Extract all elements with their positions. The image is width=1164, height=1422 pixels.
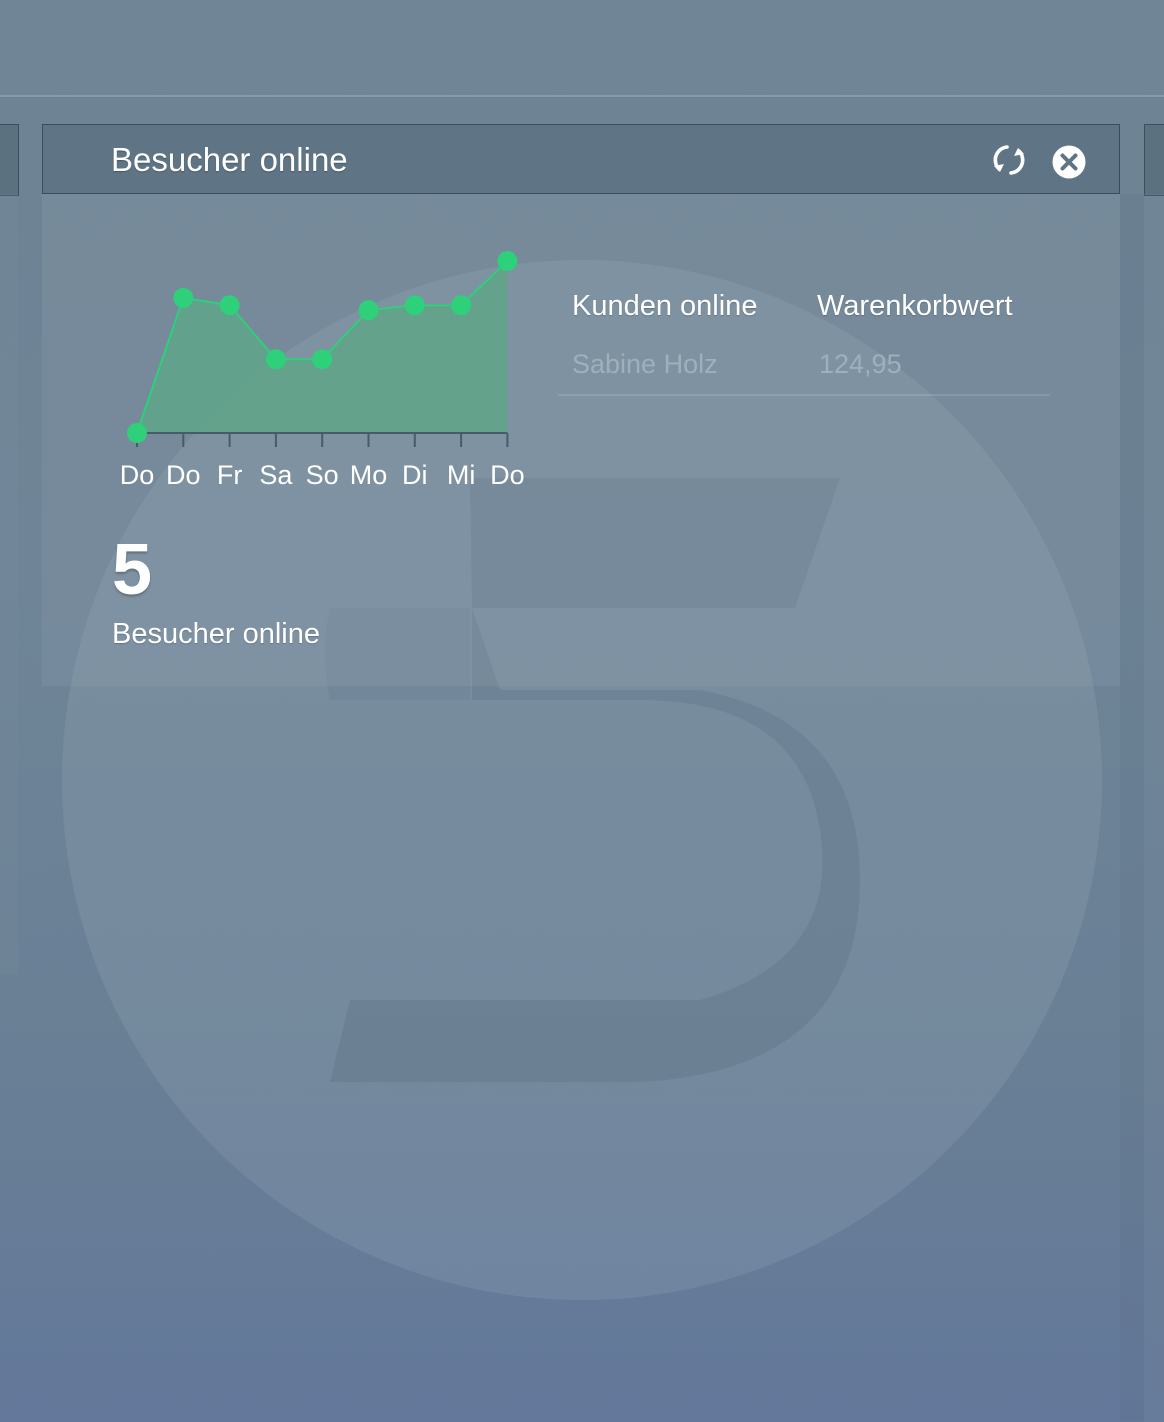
visitors-area-chart: Do Do Fr Sa So Mo Di Mi Do: [120, 251, 525, 490]
chart-data-point[interactable]: [265, 349, 286, 370]
chart-data-point[interactable]: [312, 349, 333, 370]
refresh-button[interactable]: [991, 142, 1027, 178]
widget-title: Besucher online: [111, 141, 348, 178]
chart-x-tick-label: Do: [490, 460, 525, 490]
chart-data-point[interactable]: [358, 300, 379, 321]
cart-value: 124,95: [819, 349, 902, 379]
chart-data-point[interactable]: [497, 251, 518, 271]
chart-data-point[interactable]: [451, 295, 472, 316]
chart-x-tick-label: So: [306, 460, 339, 490]
adjacent-widget-body-left: [0, 194, 18, 974]
adjacent-widget-body-right: [1144, 194, 1164, 1422]
refresh-icon: [993, 145, 1025, 175]
chart-x-tick-label: Mo: [350, 460, 388, 490]
chart-x-tick-label: Di: [402, 460, 428, 490]
visitor-count: 5: [112, 530, 153, 610]
chart-data-point[interactable]: [173, 287, 194, 308]
table-divider: [558, 394, 1050, 396]
visitor-count-label: Besucher online: [112, 618, 320, 650]
chart-data-point[interactable]: [404, 295, 425, 316]
chart-x-tick-label: Do: [166, 460, 201, 490]
chart-data-point[interactable]: [219, 295, 240, 316]
chart-data-point[interactable]: [127, 423, 147, 443]
column-header-customers: Kunden online: [572, 290, 758, 322]
chart-area-fill: [137, 261, 508, 433]
chart-x-tick-label: Mi: [447, 460, 476, 490]
chart-x-tick-label: Sa: [259, 460, 293, 490]
column-header-cart-value: Warenkorbwert: [817, 290, 1013, 322]
widget-header[interactable]: Besucher online: [42, 124, 1120, 194]
close-circle-icon: [1052, 145, 1086, 179]
chart-x-tick-label: Fr: [217, 460, 242, 490]
widget-gap-right: [1120, 194, 1144, 1422]
adjacent-widget-header-right: [1144, 124, 1164, 196]
customer-name: Sabine Holz: [572, 349, 718, 379]
chart-x-tick-label: Do: [120, 460, 155, 490]
adjacent-widget-header-left: [0, 124, 19, 196]
close-button[interactable]: [1051, 144, 1087, 180]
